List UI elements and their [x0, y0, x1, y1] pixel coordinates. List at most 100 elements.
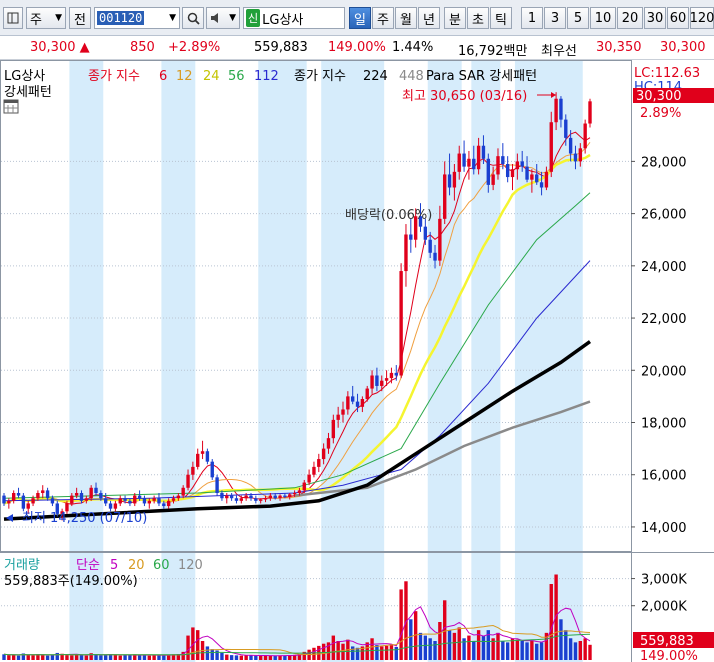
volume-bar	[520, 641, 524, 660]
minute-120-button[interactable]: 120	[690, 7, 714, 29]
volume-bar	[549, 584, 553, 660]
candle-body	[409, 234, 413, 240]
candle-body	[481, 145, 486, 159]
candle-body	[365, 388, 369, 399]
stock-name: LG상사	[262, 12, 304, 28]
candle-body	[41, 490, 45, 493]
price-tick-label: 22,000	[641, 312, 687, 327]
volume-bar	[225, 654, 229, 660]
volume-bar	[249, 655, 253, 660]
price-chart[interactable]: 28,000 26,000 24,000 22,000 20,000 18,000 16,0…	[0, 60, 714, 662]
candle-body	[389, 372, 394, 379]
volume-ma120: 120	[178, 558, 203, 573]
volume-ma5: 5	[110, 558, 118, 573]
chart-title: LG상사	[4, 69, 45, 84]
minute-20-button[interactable]: 20	[617, 7, 643, 29]
volume-bar	[530, 641, 534, 660]
candle-body	[283, 495, 287, 497]
highlight-band	[258, 61, 307, 662]
lc-label: LC:112.63	[634, 66, 700, 81]
candle-body	[583, 123, 587, 149]
period-minute-button[interactable]: 분	[444, 7, 466, 29]
minute-30-button[interactable]: 30	[644, 7, 666, 29]
volume-bar	[433, 641, 437, 660]
minute-60-button[interactable]: 60	[667, 7, 689, 29]
speaker-icon	[211, 13, 218, 23]
candle-body	[152, 498, 156, 501]
candle-body	[588, 101, 592, 124]
prefix-button[interactable]: 전	[69, 7, 91, 29]
chart-subtitle: 강세패턴	[4, 85, 52, 100]
period-week-button[interactable]: 주	[372, 7, 394, 29]
candle-body	[128, 500, 132, 504]
volume-bar	[573, 642, 578, 660]
sound-select[interactable]: ▼	[206, 7, 240, 29]
legend-ma6: 6	[159, 69, 167, 84]
legend-close-ma-label: 종가 지수	[88, 69, 140, 84]
candle-body	[443, 174, 447, 219]
volume-ratio: 149.00%	[328, 40, 386, 55]
stock-chart-window: 주 ▼ 전 001120 ▼ ▼ 신 LG상사 일 주 월 년 분 초 틱 1 …	[0, 0, 714, 662]
volume-bar	[234, 655, 239, 660]
price-tick-label: 14,000	[641, 521, 687, 536]
volume-bar	[389, 645, 394, 660]
period-day-button[interactable]: 일	[349, 7, 371, 29]
candle-body	[133, 495, 137, 504]
candle-body	[578, 148, 583, 162]
candle-body	[16, 493, 21, 496]
volume-bar	[457, 627, 461, 660]
candle-body	[428, 239, 432, 253]
up-arrow-icon: ▲	[79, 40, 90, 55]
legend-ma56: 56	[228, 69, 245, 84]
legend-close-ma-long-label: 종가 지수	[294, 69, 346, 84]
search-button[interactable]	[182, 7, 204, 29]
period-year-button[interactable]: 년	[418, 7, 440, 29]
candle-body	[254, 498, 258, 501]
candle-body	[268, 495, 273, 499]
candle-body	[70, 495, 74, 504]
candle-body	[554, 98, 558, 123]
chevron-down-icon: ▼	[55, 13, 62, 23]
period-second-button[interactable]: 초	[467, 7, 489, 29]
layout-icon[interactable]	[3, 7, 23, 29]
candle-body	[123, 498, 127, 501]
minute-3-button[interactable]: 3	[544, 7, 566, 29]
candle-body	[573, 153, 578, 162]
volume-bar	[16, 655, 21, 660]
candle-body	[559, 98, 563, 120]
candle-body	[94, 487, 98, 493]
volume-bar	[428, 638, 432, 660]
candle-body	[307, 474, 311, 483]
volume-bar	[26, 654, 30, 660]
high-annotation: 최고 30,650 (03/16)	[402, 89, 527, 104]
candle-body	[394, 372, 398, 376]
calendar-icon[interactable]	[3, 99, 19, 114]
period-month-button[interactable]: 월	[395, 7, 417, 29]
stock-code-input[interactable]: 001120 ▼	[94, 7, 180, 29]
highlight-band	[427, 61, 462, 662]
code-type-select[interactable]: 주 ▼	[26, 7, 66, 29]
volume-bar	[467, 635, 471, 660]
volume-bar	[394, 646, 398, 660]
volume-bar	[11, 654, 16, 660]
minute-1-button[interactable]: 1	[521, 7, 543, 29]
candle-body	[346, 396, 350, 410]
candle-body	[384, 378, 389, 381]
volume-bar	[535, 643, 539, 660]
stock-name-field[interactable]: 신 LG상사	[243, 7, 345, 29]
volume-bar	[481, 635, 486, 660]
price-tick-label: 24,000	[641, 260, 687, 275]
volume-bar	[7, 655, 11, 660]
period-tick-button[interactable]: 틱	[490, 7, 512, 29]
candle-body	[215, 477, 219, 493]
volume-bar	[370, 638, 374, 660]
candle-body	[452, 171, 457, 188]
minute-10-button[interactable]: 10	[590, 7, 616, 29]
candle-body	[2, 495, 6, 504]
dividend-annotation: 배당락(0.06%)	[345, 208, 432, 223]
candle-body	[288, 494, 292, 497]
trade-amount: 16,792백만	[458, 44, 528, 59]
candle-body	[568, 137, 573, 154]
minute-5-button[interactable]: 5	[567, 7, 589, 29]
volume-ma20: 20	[128, 558, 145, 573]
